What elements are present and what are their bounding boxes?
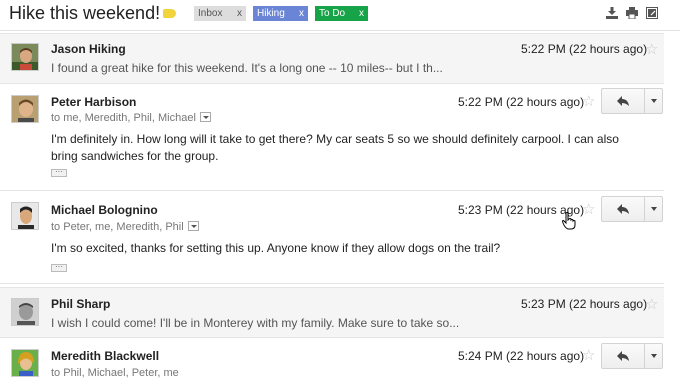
- header-divider: [0, 30, 680, 31]
- reply-arrow-icon: [617, 204, 629, 214]
- label-inbox[interactable]: Inbox x: [194, 6, 246, 21]
- reply-button[interactable]: [602, 344, 644, 368]
- recipients-line[interactable]: to me, Meredith, Phil, Michael: [51, 112, 211, 124]
- label-hiking-text: Hiking: [257, 8, 285, 19]
- more-options-dropdown[interactable]: [644, 344, 662, 368]
- important-marker-icon[interactable]: [163, 9, 176, 18]
- reply-button[interactable]: [602, 197, 644, 221]
- label-inbox-remove-icon[interactable]: x: [237, 6, 242, 21]
- avatar: [11, 349, 39, 377]
- message-time: 5:23 PM (22 hours ago): [521, 297, 648, 311]
- print-icon[interactable]: [626, 7, 638, 19]
- recipients-text: to me, Meredith, Phil, Michael: [51, 112, 196, 124]
- avatar: [11, 43, 39, 71]
- more-options-dropdown[interactable]: [644, 197, 662, 221]
- reply-arrow-icon: [617, 351, 629, 361]
- sender-name: Meredith Blackwell: [51, 349, 160, 363]
- recipients-line[interactable]: to Peter, me, Meredith, Phil: [51, 221, 199, 233]
- message-collapsed[interactable]: Jason Hiking I found a great hike for th…: [0, 33, 664, 84]
- message-expanded: Meredith Blackwell to Phil, Michael, Pet…: [0, 339, 664, 378]
- message-body: I'm definitely in. How long will it take…: [51, 132, 619, 163]
- message-time: 5:24 PM (22 hours ago): [458, 349, 585, 363]
- message-body: I'm so excited, thanks for setting this …: [51, 241, 501, 255]
- message-time: 5:22 PM (22 hours ago): [521, 42, 648, 56]
- avatar: [11, 95, 39, 123]
- message-time: 5:22 PM (22 hours ago): [458, 95, 585, 109]
- recipients-text: to Peter, me, Meredith, Phil: [51, 221, 184, 233]
- label-hiking-remove-icon[interactable]: x: [299, 6, 304, 21]
- recipients-dropdown-icon[interactable]: [199, 112, 211, 122]
- star-icon[interactable]: ☆: [582, 202, 595, 217]
- label-inbox-text: Inbox: [198, 8, 223, 19]
- label-todo[interactable]: To Do x: [315, 6, 368, 21]
- reply-button[interactable]: [602, 89, 644, 113]
- message-expanded: Peter Harbison to me, Meredith, Phil, Mi…: [0, 85, 664, 191]
- star-icon[interactable]: ☆: [645, 42, 658, 57]
- message-expanded: Michael Bolognino to Peter, me, Meredith…: [0, 192, 664, 284]
- sender-name: Michael Bolognino: [51, 203, 158, 217]
- expand-all-icon[interactable]: [606, 7, 618, 19]
- thread-subject: Hike this weekend!: [9, 3, 161, 23]
- avatar: [11, 298, 39, 326]
- thread-header: Hike this weekend! Inbox x Hiking x To D…: [0, 0, 680, 30]
- reply-arrow-icon: [617, 96, 629, 106]
- label-hiking[interactable]: Hiking x: [253, 6, 308, 21]
- star-icon[interactable]: ☆: [582, 348, 595, 363]
- label-todo-text: To Do: [319, 8, 346, 19]
- label-todo-remove-icon[interactable]: x: [359, 6, 364, 21]
- reply-button-group: [601, 196, 663, 222]
- message-snippet: I wish I could come! I'll be in Monterey…: [51, 316, 460, 330]
- star-icon[interactable]: ☆: [645, 297, 658, 312]
- sender-name: Jason Hiking: [51, 42, 126, 56]
- message-collapsed[interactable]: Phil Sharp I wish I could come! I'll be …: [0, 287, 664, 338]
- reply-button-group: [601, 343, 663, 369]
- sender-name: Peter Harbison: [51, 95, 137, 109]
- recipients-text: to Phil, Michael, Peter, me: [51, 367, 179, 378]
- sender-name: Phil Sharp: [51, 297, 111, 311]
- avatar: [11, 202, 39, 230]
- reply-button-group: [601, 88, 663, 114]
- show-trimmed-content-button[interactable]: ···: [51, 263, 67, 272]
- hand-cursor-icon: [562, 212, 576, 230]
- star-icon[interactable]: ☆: [582, 94, 595, 109]
- recipients-dropdown-icon[interactable]: [187, 221, 199, 231]
- message-snippet: I found a great hike for this weekend. I…: [51, 61, 443, 75]
- new-window-icon[interactable]: [646, 7, 658, 19]
- recipients-line[interactable]: to Phil, Michael, Peter, me: [51, 367, 179, 378]
- more-options-dropdown[interactable]: [644, 89, 662, 113]
- show-trimmed-content-button[interactable]: ···: [51, 168, 67, 177]
